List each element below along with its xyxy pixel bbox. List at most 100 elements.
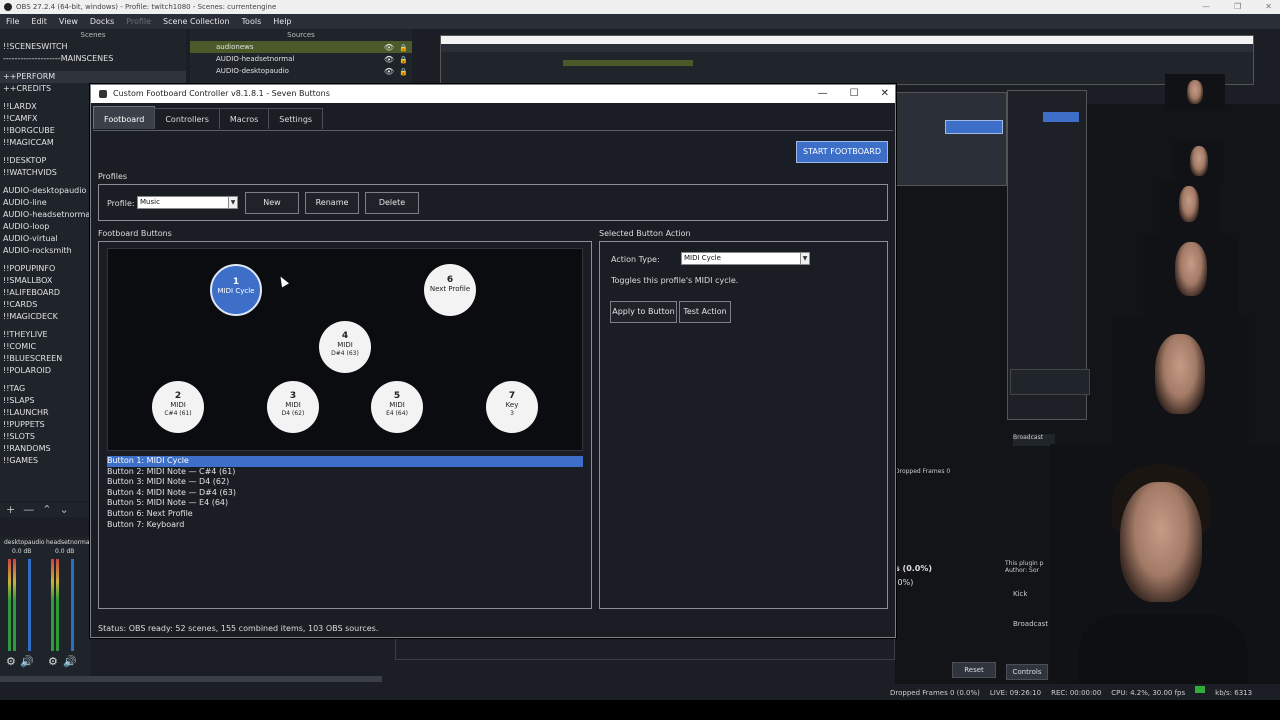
action-group	[599, 241, 888, 609]
lock-icon[interactable]: 🔒	[399, 66, 408, 78]
volume-fader[interactable]	[71, 559, 74, 651]
start-footboard-button[interactable]: START FOOTBOARD	[796, 141, 888, 163]
scene-item[interactable]: !!SCENESWITCH	[0, 41, 186, 53]
bitrate-indicator	[1195, 686, 1206, 693]
source-item[interactable]: AUDIO-headsetnormal 👁 🔒	[190, 53, 412, 65]
remove-icon[interactable]: —	[23, 503, 34, 517]
webcam-thumbnail	[1113, 318, 1249, 448]
footboard-button-4[interactable]: 4 MIDI D#4 (63)	[319, 321, 371, 373]
apply-to-button[interactable]: Apply to Button	[610, 301, 677, 323]
reset-button[interactable]: Reset	[952, 662, 996, 678]
footboard-buttons-label: Footboard Buttons	[98, 229, 172, 238]
close-icon[interactable]: ✕	[881, 85, 889, 103]
visibility-eye-icon[interactable]: 👁	[384, 66, 394, 78]
move-up-icon[interactable]: ⌃	[42, 503, 51, 517]
webcam-main	[1050, 444, 1280, 684]
button-action: MIDI	[337, 341, 353, 349]
close-icon[interactable]: ✕	[1265, 0, 1272, 14]
move-down-icon[interactable]: ⌄	[59, 503, 68, 517]
button-list[interactable]: Button 1: MIDI Cycle Button 2: MIDI Note …	[107, 456, 583, 602]
button-number: 4	[341, 331, 349, 341]
button-number: 5	[393, 391, 401, 401]
footboard-button-3[interactable]: 3 MIDI D4 (62)	[267, 381, 319, 433]
webcam-thumbnail	[1143, 234, 1238, 320]
speaker-icon[interactable]: 🔊	[20, 655, 34, 668]
button-list-item[interactable]: Button 5: MIDI Note — E4 (64)	[107, 498, 583, 509]
webcam-thumbnail	[1159, 180, 1219, 236]
button-list-item[interactable]: Button 7: Keyboard	[107, 520, 583, 531]
menu-item-scene-collection[interactable]: Scene Collection	[163, 14, 230, 29]
audio-mixer: desktopaudio 0.0 dB headsetnormal 0.0 dB…	[0, 537, 92, 677]
new-profile-button[interactable]: New	[245, 192, 299, 214]
delete-profile-button[interactable]: Delete	[365, 192, 419, 214]
source-label: AUDIO-desktopaudio	[216, 67, 289, 75]
gear-icon[interactable]: ⚙	[6, 655, 16, 668]
menu-item-help[interactable]: Help	[273, 14, 291, 29]
add-icon[interactable]: +	[6, 503, 15, 517]
source-list[interactable]: audionews 👁 🔒 AUDIO-headsetnormal 👁 🔒 AUDIO-de…	[190, 41, 412, 83]
profile-select[interactable]: Music ▼	[137, 196, 238, 209]
volume-meter	[56, 559, 59, 651]
button-number: 3	[289, 391, 297, 401]
minimize-icon[interactable]: —	[818, 85, 828, 103]
profiles-group-label: Profiles	[98, 172, 128, 181]
speaker-icon[interactable]: 🔊	[63, 655, 77, 668]
button-action: MIDI	[170, 401, 186, 409]
scene-item[interactable]: ++PERFORM	[0, 71, 186, 83]
action-type-value: MIDI Cycle	[684, 254, 721, 262]
button-action: MIDI	[285, 401, 301, 409]
footboard-button-7[interactable]: 7 Key 3	[486, 381, 538, 433]
action-group-label: Selected Button Action	[599, 229, 691, 238]
tab-footboard[interactable]: Footboard	[93, 106, 156, 129]
mixer-channel-db: 0.0 dB	[55, 548, 75, 555]
volume-fader[interactable]	[28, 559, 31, 651]
button-list-item[interactable]: Button 6: Next Profile	[107, 509, 583, 520]
dropped-frames: Dropped Frames 0 (0.0%)	[890, 689, 980, 697]
button-action: Key	[505, 401, 519, 409]
dialog-tabs: Footboard Controllers Macros Settings	[93, 106, 324, 130]
source-item[interactable]: audionews 👁 🔒	[190, 41, 412, 53]
menu-item-file[interactable]: File	[6, 14, 19, 29]
controls-tab[interactable]: Controls	[1006, 664, 1048, 680]
tab-macros[interactable]: Macros	[218, 108, 270, 129]
chevron-down-icon: ▼	[800, 253, 809, 264]
mixer-channel-name: headsetnormal	[46, 539, 92, 546]
menu-item-view[interactable]: View	[59, 14, 78, 29]
footboard-button-6[interactable]: 6 Next Profile	[424, 264, 476, 316]
source-label: audionews	[216, 43, 254, 51]
tab-settings[interactable]: Settings	[268, 108, 324, 129]
menu-item-docks[interactable]: Docks	[90, 14, 114, 29]
dialog-status: Status: OBS ready: 52 scenes, 155 combin…	[98, 624, 379, 633]
footboard-button-5[interactable]: 5 MIDI E4 (64)	[371, 381, 423, 433]
restore-icon[interactable]: ❐	[1234, 0, 1241, 14]
mixer-channel-name: desktopaudio	[4, 539, 45, 546]
footboard-button-1[interactable]: 1 MIDI Cycle	[210, 264, 262, 316]
minimize-icon[interactable]: —	[1202, 0, 1210, 14]
profile-label: Profile:	[107, 199, 135, 208]
preview-nested-window	[440, 35, 1254, 85]
menu-item-tools[interactable]: Tools	[242, 14, 262, 29]
menu-item-edit[interactable]: Edit	[31, 14, 47, 29]
test-action-button[interactable]: Test Action	[679, 301, 731, 323]
obs-menu-bar: File Edit View Docks Profile Scene Collection…	[0, 14, 1280, 29]
button-list-item[interactable]: Button 4: MIDI Note — D#4 (63)	[107, 488, 583, 499]
source-item[interactable]: AUDIO-desktopaudio 👁 🔒	[190, 65, 412, 77]
button-list-item[interactable]: Button 2: MIDI Note — C#4 (61)	[107, 467, 583, 478]
gear-icon[interactable]: ⚙	[48, 655, 58, 668]
footboard-button-2[interactable]: 2 MIDI C#4 (61)	[152, 381, 204, 433]
obs-logo-icon	[4, 3, 12, 11]
button-number: 6	[446, 275, 454, 285]
action-type-select[interactable]: MIDI Cycle ▼	[681, 252, 810, 265]
chevron-down-icon: ▼	[228, 197, 237, 208]
live-time: LIVE: 09:26:10	[989, 689, 1042, 697]
scene-item[interactable]: --------------------MAINSCENES	[0, 53, 186, 65]
button-detail: C#4 (61)	[164, 410, 192, 417]
horizontal-scrollbar[interactable]	[0, 676, 382, 682]
button-list-item[interactable]: Button 3: MIDI Note — D4 (62)	[107, 477, 583, 488]
rename-profile-button[interactable]: Rename	[305, 192, 359, 214]
menu-item-profile[interactable]: Profile	[126, 14, 151, 29]
maximize-icon[interactable]: ☐	[850, 85, 859, 103]
sources-dock-header: Sources	[190, 29, 412, 41]
tab-controllers[interactable]: Controllers	[154, 108, 220, 129]
button-list-item[interactable]: Button 1: MIDI Cycle	[107, 456, 583, 467]
